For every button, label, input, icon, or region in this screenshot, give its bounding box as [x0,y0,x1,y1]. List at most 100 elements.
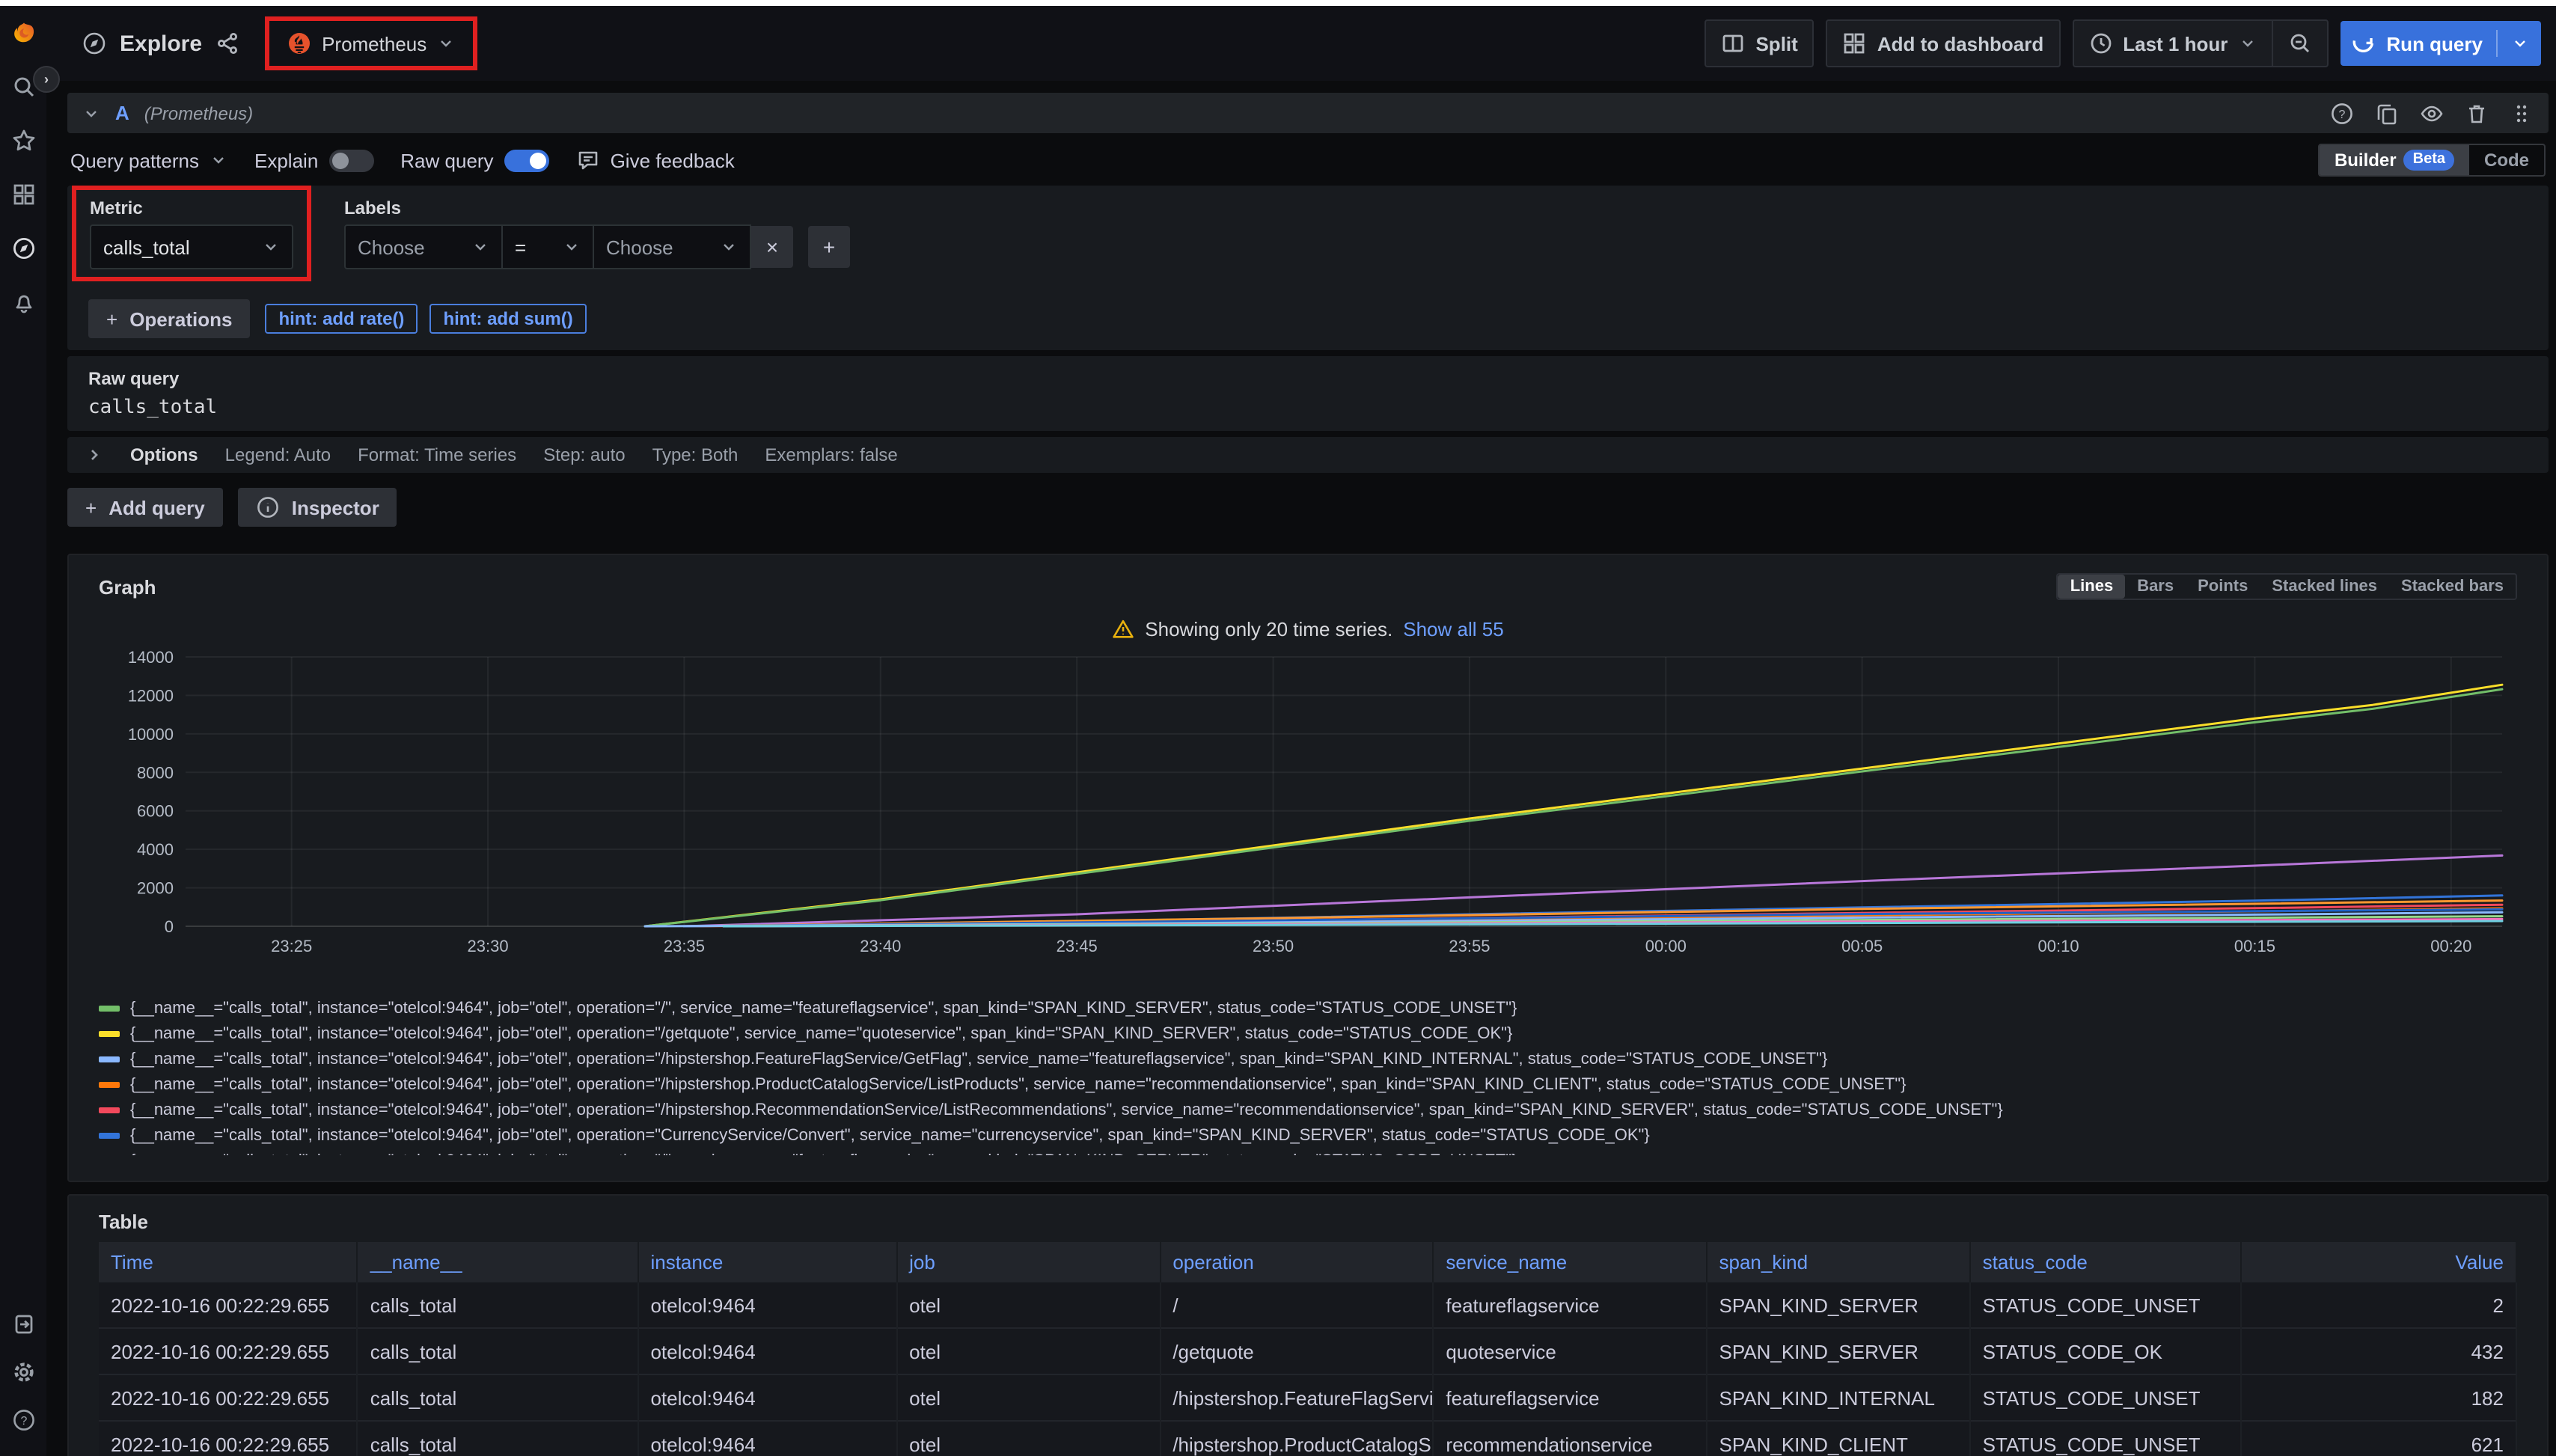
query-help-icon[interactable]: ? [2330,101,2354,125]
legend-row-0[interactable]: {__name__="calls_total", instance="otelc… [99,995,2517,1021]
share-icon[interactable] [215,31,239,55]
grafana-logo[interactable] [11,21,35,45]
add-to-dashboard-button[interactable]: Add to dashboard [1826,19,2060,67]
add-query-button[interactable]: + Add query [67,488,223,527]
builder-mode-button[interactable]: Builder Beta [2320,145,2469,175]
query-patterns-dropdown[interactable]: Query patterns [70,149,227,171]
legend-row-3[interactable]: {__name__="calls_total", instance="otelc… [99,1071,2517,1097]
zoom-out-time-button[interactable] [2271,19,2328,67]
time-series-chart[interactable]: 0200040006000800010000120001400023:2523:… [99,645,2520,983]
datasource-picker[interactable]: Prometheus [278,25,464,61]
column-header-status_code[interactable]: status_code [1970,1242,2241,1282]
graph-style-points[interactable]: Points [2186,575,2260,599]
topbar: Explore Prometheus Split Add to dashboar… [46,6,2556,81]
code-mode-button[interactable]: Code [2469,145,2544,175]
x-axis-label: 00:10 [2038,937,2079,955]
builder-label: Builder [2335,150,2397,171]
table-row-3[interactable]: 2022-10-16 00:22:29.655calls_totalotelco… [99,1421,2516,1456]
search-icon[interactable] [11,75,35,99]
explore-compass-icon[interactable] [11,236,35,260]
operations-button[interactable]: + Operations [88,299,250,338]
label-name-select[interactable]: Choose [344,224,503,269]
raw-query-toggle[interactable] [504,149,549,171]
time-range-picker[interactable]: Last 1 hour [2072,19,2271,67]
sidebar-expand-button[interactable]: › [33,66,60,93]
query-datasource-hint: (Prometheus) [144,103,253,123]
give-feedback-link[interactable]: Give feedback [576,148,735,172]
column-header-instance[interactable]: instance [638,1242,896,1282]
help-icon[interactable]: ? [11,1408,35,1432]
graph-style-bars[interactable]: Bars [2125,575,2186,599]
query-row-header[interactable]: A (Prometheus) ? [67,93,2549,133]
label-value-select[interactable]: Choose [594,224,751,269]
cell: featureflagservice [1433,1282,1706,1328]
graph-panel-title: Graph [99,575,156,598]
column-header-__name__[interactable]: __name__ [358,1242,638,1282]
query-hint-button-0[interactable]: hint: add rate() [265,304,418,334]
sign-in-icon[interactable] [11,1312,35,1336]
column-header-service_name[interactable]: service_name [1433,1242,1706,1282]
dashboards-icon[interactable] [11,183,35,207]
drag-handle-icon[interactable] [2510,101,2534,125]
column-header-Value[interactable]: Value [2241,1242,2517,1282]
legend-row-2[interactable]: {__name__="calls_total", instance="otelc… [99,1046,2517,1071]
cell: calls_total [358,1374,638,1421]
query-hint-button-1[interactable]: hint: add sum() [429,304,586,334]
page-title: Explore [120,31,202,56]
metric-select[interactable]: calls_total [90,224,293,269]
add-label-filter-button[interactable]: + [808,226,850,268]
hide-response-eye-icon[interactable] [2420,101,2444,125]
graph-style-stacked-lines[interactable]: Stacked lines [2260,575,2389,599]
options-row[interactable]: Options Legend: AutoFormat: Time seriesS… [67,437,2549,473]
legend-row-4[interactable]: {__name__="calls_total", instance="otelc… [99,1097,2517,1122]
column-header-Time[interactable]: Time [99,1242,358,1282]
settings-gear-icon[interactable] [11,1360,35,1384]
metric-value: calls_total [103,236,247,258]
column-header-operation[interactable]: operation [1160,1242,1433,1282]
legend-label: {__name__="calls_total", instance="otelc… [130,999,1517,1017]
column-header-job[interactable]: job [896,1242,1160,1282]
remove-query-trash-icon[interactable] [2465,101,2489,125]
cell: 2022-10-16 00:22:29.655 [99,1421,358,1456]
query-ref-id: A [115,102,129,124]
annotation-box-datasource: Prometheus [265,16,477,70]
legend-row-1[interactable]: {__name__="calls_total", instance="otelc… [99,1021,2517,1046]
alerting-bell-icon[interactable] [11,290,35,314]
options-item-4: Exemplars: false [765,444,897,465]
table-panel: Table Time__name__instancejoboperationse… [67,1194,2549,1456]
legend-row-5[interactable]: {__name__="calls_total", instance="otelc… [99,1122,2517,1148]
options-summary: Legend: AutoFormat: Time seriesStep: aut… [225,444,898,465]
chevron-down-icon [210,151,227,169]
explain-toggle[interactable] [328,149,373,171]
column-header-span_kind[interactable]: span_kind [1707,1242,1970,1282]
table-panel-title: Table [99,1211,148,1233]
table-row-1[interactable]: 2022-10-16 00:22:29.655calls_totalotelco… [99,1328,2516,1374]
run-query-button[interactable]: Run query [2340,21,2541,66]
table-row-0[interactable]: 2022-10-16 00:22:29.655calls_totalotelco… [99,1282,2516,1328]
copy-query-icon[interactable] [2375,101,2399,125]
cell: SPAN_KIND_SERVER [1707,1282,1970,1328]
cell: / [1160,1282,1433,1328]
metric-field-label: Metric [90,198,293,218]
zoom-out-icon [2287,31,2311,55]
x-axis-label: 00:15 [2234,937,2275,955]
y-axis-label: 10000 [128,725,174,744]
show-all-series-link[interactable]: Show all 55 [1403,617,1503,640]
graph-style-stacked-bars[interactable]: Stacked bars [2389,575,2516,599]
options-item-3: Type: Both [652,444,739,465]
options-toggle-label: Options [130,444,198,465]
legend-label: {__name__="calls_total", instance="otelc… [130,1075,1907,1093]
editor-mode-switcher: Builder Beta Code [2318,144,2546,177]
table-row-2[interactable]: 2022-10-16 00:22:29.655calls_totalotelco… [99,1374,2516,1421]
label-operator-select[interactable]: = [503,224,594,269]
label-operator-value: = [515,236,548,258]
starred-icon[interactable] [11,129,35,153]
graph-style-lines[interactable]: Lines [2058,575,2125,599]
inspector-button[interactable]: Inspector [238,488,397,527]
give-feedback-label: Give feedback [611,149,735,171]
graph-legend: {__name__="calls_total", instance="otelc… [99,995,2517,1148]
split-button[interactable]: Split [1704,19,1814,67]
x-axis-label: 00:05 [1841,937,1883,955]
remove-label-filter-button[interactable]: × [751,226,793,268]
y-axis-label: 0 [165,917,174,936]
